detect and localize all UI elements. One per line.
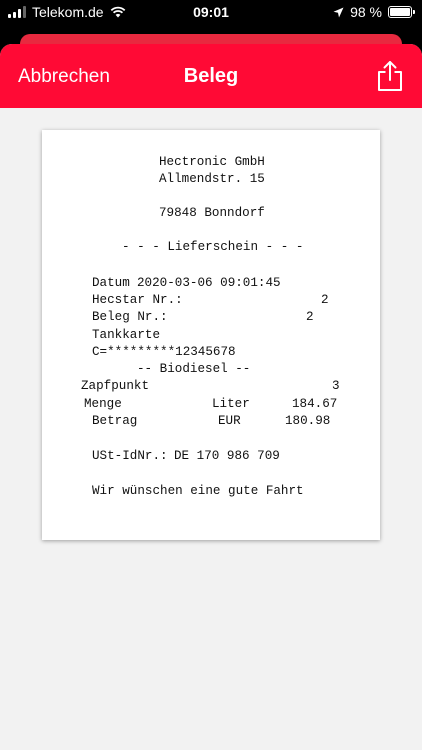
battery-percent: 98 % bbox=[350, 4, 382, 20]
betrag-label: Betrag bbox=[92, 414, 138, 428]
zapfpunkt-label: Zapfpunkt bbox=[81, 379, 150, 393]
datum-value: 2020-03-06 09:01:45 bbox=[137, 276, 281, 290]
status-bar: Telekom.de 09:01 98 % bbox=[0, 0, 422, 26]
card-number: C=*********12345678 bbox=[92, 345, 236, 359]
betrag-unit: EUR bbox=[218, 414, 241, 428]
battery-icon bbox=[388, 6, 415, 18]
hecstar-label: Hecstar Nr.: bbox=[92, 293, 183, 307]
menge-unit: Liter bbox=[212, 397, 250, 411]
receipt-city: 79848 Bonndorf bbox=[159, 206, 265, 220]
location-arrow-icon bbox=[333, 7, 344, 17]
receipt: Hectronic GmbH Allmendstr. 15 79848 Bonn… bbox=[42, 130, 380, 540]
datum-label: Datum bbox=[92, 276, 130, 290]
betrag-value: 180.98 bbox=[285, 414, 331, 428]
receipt-company: Hectronic GmbH bbox=[159, 155, 265, 169]
tankkarte-label: Tankkarte bbox=[92, 328, 161, 342]
beleg-label: Beleg Nr.: bbox=[92, 310, 168, 324]
nav-bar: Abbrechen Beleg bbox=[0, 44, 422, 108]
beleg-value: 2 bbox=[306, 310, 314, 324]
modal-sheet: Abbrechen Beleg Hectronic GmbH Allmendst… bbox=[0, 44, 422, 750]
receipt-street: Allmendstr. 15 bbox=[159, 172, 265, 186]
share-icon[interactable] bbox=[376, 60, 404, 92]
product-name: -- Biodiesel -- bbox=[137, 362, 251, 376]
status-right: 98 % bbox=[333, 4, 415, 20]
receipt-doc-type: - - - Lieferschein - - - bbox=[122, 240, 304, 254]
hecstar-value: 2 bbox=[321, 293, 329, 307]
zapfpunkt-value: 3 bbox=[332, 379, 340, 393]
ust-value: DE 170 986 709 bbox=[174, 449, 280, 463]
menge-value: 184.67 bbox=[292, 397, 338, 411]
ust-label: USt-IdNr.: bbox=[92, 449, 168, 463]
menge-label: Menge bbox=[84, 397, 122, 411]
page-title: Beleg bbox=[183, 65, 239, 87]
greeting: Wir wünschen eine gute Fahrt bbox=[92, 484, 304, 498]
